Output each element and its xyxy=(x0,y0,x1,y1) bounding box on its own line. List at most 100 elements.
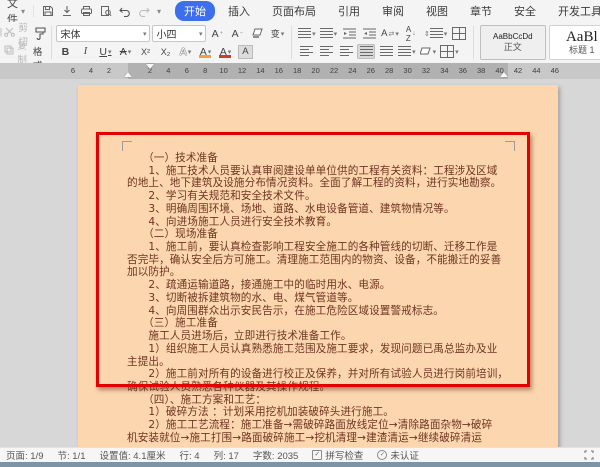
save-button[interactable] xyxy=(42,5,54,17)
setting-value[interactable]: 设置值: 4.1厘米 xyxy=(100,448,166,462)
tab-developer[interactable]: 开发工具 xyxy=(549,1,600,21)
right-indent-marker[interactable] xyxy=(500,72,508,77)
grow-font-button[interactable]: A⁺ xyxy=(208,26,226,41)
ruler-number: 26 xyxy=(367,66,375,75)
format-painter-button[interactable]: 格式刷 xyxy=(33,26,48,60)
clipboard-group: 剪切 复制 格式刷 xyxy=(4,22,48,63)
ruler-number: 30 xyxy=(403,66,411,75)
toolbar-separator xyxy=(473,26,474,59)
print-preview-button[interactable] xyxy=(100,5,112,17)
text-effects-button[interactable]: A▾ xyxy=(176,44,194,59)
tab-references[interactable]: 引用 xyxy=(329,1,369,21)
section-indicator[interactable]: 节: 1/1 xyxy=(58,448,86,462)
distribute-button[interactable] xyxy=(377,44,395,59)
tab-view[interactable]: 视图 xyxy=(417,1,457,21)
tab-review[interactable]: 审阅 xyxy=(373,1,413,21)
italic-button[interactable]: I xyxy=(76,44,94,59)
undo-button[interactable] xyxy=(119,6,131,17)
bullet-list-button[interactable]: ▾ xyxy=(297,26,317,41)
tab-security[interactable]: 安全 xyxy=(505,1,545,21)
qat-more-icon[interactable]: ▾ xyxy=(157,7,161,16)
ribbon-toolbar: 剪切 复制 格式刷 宋体 ▾ 小四 ▾ xyxy=(0,22,600,64)
table-convert-button[interactable] xyxy=(450,26,468,41)
clear-format-button[interactable] xyxy=(248,26,266,41)
font-color-button[interactable]: A▾ xyxy=(216,44,234,59)
style-label: 标题 1 xyxy=(569,45,595,56)
horizontal-ruler[interactable]: 6422468101214161820222426283032343638404… xyxy=(0,63,600,79)
taskbar-edge xyxy=(0,462,600,467)
font-family-select[interactable]: 宋体 ▾ xyxy=(56,25,150,42)
sort-button[interactable]: AZ↓ xyxy=(402,26,420,41)
spellcheck-label: 拼写检查 xyxy=(325,448,363,462)
style-preview: AaBbCcDd xyxy=(493,32,533,42)
left-indent-marker[interactable] xyxy=(124,72,132,77)
tab-page-layout[interactable]: 页面布局 xyxy=(263,1,325,21)
styles-gallery: AaBbCcDd 正文 AaBl 标题 1 AaBb( 标题 2 xyxy=(477,22,600,63)
copy-button[interactable]: 复制 xyxy=(4,44,28,60)
document-line: （四）、施工方案和工艺： xyxy=(127,394,515,407)
style-normal[interactable]: AaBbCcDd 正文 xyxy=(480,25,546,60)
certification-status[interactable]: ✓ 未认证 xyxy=(377,448,419,462)
ruler-number: 4 xyxy=(166,66,170,75)
page-indicator[interactable]: 页面: 1/9 xyxy=(6,448,44,462)
redo-button[interactable] xyxy=(138,6,150,17)
ruler-number: 38 xyxy=(477,66,485,75)
increase-indent-button[interactable] xyxy=(360,26,378,41)
brush-icon xyxy=(33,26,48,44)
line-spacing-button[interactable]: ⇕▾ xyxy=(422,26,448,41)
ruler-number: 18 xyxy=(293,66,301,75)
quick-access-toolbar: ▾ xyxy=(33,5,169,17)
certification-label: 未认证 xyxy=(390,448,419,462)
status-bar: 页面: 1/9 节: 1/1 设置值: 4.1厘米 行: 4 列: 17 字数:… xyxy=(0,447,600,462)
underline-button[interactable]: U▾ xyxy=(96,44,114,59)
ribbon-tabs: 开始 插入 页面布局 引用 审阅 视图 章节 安全 开发工具 特色应用 xyxy=(175,1,600,21)
chevron-down-icon: ▾ xyxy=(143,30,147,38)
strikethrough-button[interactable]: A▾ xyxy=(116,44,134,59)
align-left-button[interactable] xyxy=(297,44,315,59)
ruler-number: 46 xyxy=(551,66,559,75)
ruler-number: 24 xyxy=(348,66,356,75)
ruler-number: 2 xyxy=(107,66,111,75)
font-group: 宋体 ▾ 小四 ▾ A⁺ A⁻ 变▾ B I U▾ A▾ X² X₂ A▾ xyxy=(54,22,288,63)
fullscreen-button[interactable] xyxy=(584,450,594,460)
character-shading-button[interactable]: A xyxy=(236,44,254,59)
highlight-color-button[interactable]: A▾ xyxy=(196,44,214,59)
align-justify-button[interactable] xyxy=(357,44,375,59)
bold-button[interactable]: B xyxy=(56,44,74,59)
export-button[interactable] xyxy=(61,5,73,17)
line-indicator: 行: 4 xyxy=(180,448,200,462)
document-workspace[interactable]: （一）技术准备 1、施工技术人员要认真审阅建设单单位供的工程有关资料：工程涉及区… xyxy=(0,79,600,447)
font-size-select[interactable]: 小四 ▾ xyxy=(152,25,206,42)
align-right-button[interactable] xyxy=(337,44,355,59)
document-line: 2）施工工艺流程：施工准备→需破碎路面放线定位→清除路面杂物→破碎 xyxy=(127,419,515,432)
paragraph-spacing-button[interactable]: ▾ xyxy=(397,44,417,59)
style-heading1[interactable]: AaBl 标题 1 xyxy=(549,25,600,60)
style-label: 正文 xyxy=(504,42,522,53)
toolbar-separator xyxy=(51,26,52,59)
shrink-font-button[interactable]: A⁻ xyxy=(228,26,246,41)
phonetic-guide-button[interactable]: 变▾ xyxy=(268,26,286,41)
shading-button[interactable]: ▾ xyxy=(419,44,438,59)
numbered-list-button[interactable]: ▾ xyxy=(319,26,339,41)
paste-button-partial[interactable] xyxy=(0,28,2,57)
word-count[interactable]: 字数: 2035 xyxy=(253,448,298,462)
spellcheck-toggle[interactable]: ✓ 拼写检查 xyxy=(312,448,363,462)
ruler-number: 44 xyxy=(532,66,540,75)
red-annotation-rectangle xyxy=(96,132,530,387)
print-button[interactable] xyxy=(80,5,93,17)
style-preview: AaBl xyxy=(566,29,598,45)
first-line-indent-marker[interactable] xyxy=(146,64,154,69)
document-line: 机安装就位→施工打围→路面破碎施工→挖机清理→建渣清运→继续破碎清运 xyxy=(127,432,515,445)
document-line: 1）破碎方法 ：计划采用挖机加装破碎头进行施工。 xyxy=(127,406,515,419)
tab-home[interactable]: 开始 xyxy=(175,1,215,21)
borders-button[interactable]: ▾ xyxy=(439,44,460,59)
superscript-button[interactable]: X² xyxy=(136,44,154,59)
align-center-button[interactable] xyxy=(317,44,335,59)
subscript-button[interactable]: X₂ xyxy=(156,44,174,59)
text-direction-button[interactable]: A⇄▾ xyxy=(380,26,400,41)
tab-section[interactable]: 章节 xyxy=(461,1,501,21)
decrease-indent-button[interactable] xyxy=(340,26,358,41)
chevron-down-icon: ▾ xyxy=(21,7,25,16)
tab-insert[interactable]: 插入 xyxy=(219,1,259,21)
document-page[interactable]: （一）技术准备 1、施工技术人员要认真审阅建设单单位供的工程有关资料：工程涉及区… xyxy=(78,85,558,447)
